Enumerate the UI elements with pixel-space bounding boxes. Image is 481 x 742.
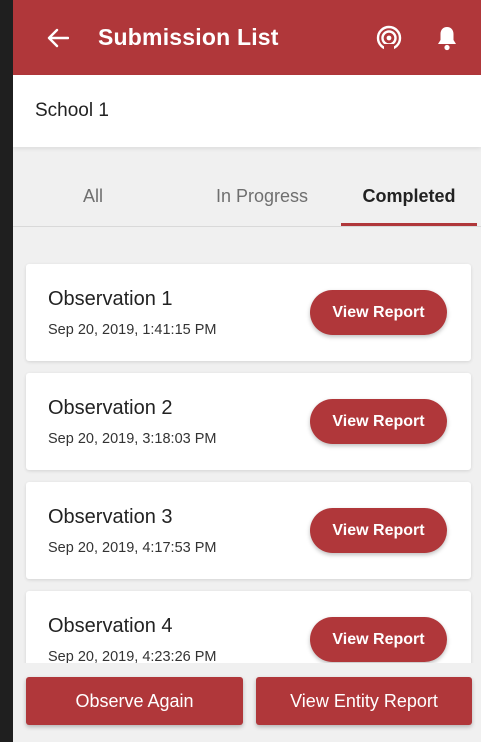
tab-all[interactable]: All: [38, 168, 148, 224]
submission-date: Sep 20, 2019, 3:18:03 PM: [48, 431, 217, 447]
submission-title: Observation 4: [48, 615, 173, 637]
app-bar: Submission List: [13, 0, 481, 75]
notifications-button[interactable]: [427, 18, 467, 58]
entity-name: School 1: [35, 100, 109, 121]
submission-list[interactable]: Observation 1 Sep 20, 2019, 1:41:15 PM V…: [13, 226, 481, 663]
view-report-button[interactable]: View Report: [310, 617, 447, 662]
back-arrow-icon: [47, 28, 69, 47]
submission-card: Observation 3 Sep 20, 2019, 4:17:53 PM V…: [26, 482, 471, 579]
submission-date: Sep 20, 2019, 4:23:26 PM: [48, 649, 217, 663]
view-report-button[interactable]: View Report: [310, 399, 447, 444]
submission-card: Observation 4 Sep 20, 2019, 4:23:26 PM V…: [26, 591, 471, 663]
status-tabs: All In Progress Completed: [13, 168, 481, 227]
tab-completed[interactable]: Completed: [341, 168, 477, 226]
submission-card: Observation 2 Sep 20, 2019, 3:18:03 PM V…: [26, 373, 471, 470]
view-report-button[interactable]: View Report: [310, 290, 447, 335]
submission-title: Observation 3: [48, 506, 173, 528]
view-entity-report-button[interactable]: View Entity Report: [256, 677, 472, 725]
view-report-button[interactable]: View Report: [310, 508, 447, 553]
broadcast-icon: [376, 25, 402, 51]
submission-card: Observation 1 Sep 20, 2019, 1:41:15 PM V…: [26, 264, 471, 361]
app-screen: Submission List School 1 All In Progress…: [13, 0, 481, 742]
footer-actions: Observe Again View Entity Report: [13, 663, 481, 742]
submission-date: Sep 20, 2019, 1:41:15 PM: [48, 322, 217, 338]
broadcast-button[interactable]: [369, 18, 409, 58]
tab-in-progress[interactable]: In Progress: [188, 168, 336, 224]
submission-title: Observation 1: [48, 288, 173, 310]
observe-again-button[interactable]: Observe Again: [26, 677, 243, 725]
submission-date: Sep 20, 2019, 4:17:53 PM: [48, 540, 217, 556]
bell-icon: [438, 27, 456, 51]
submission-title: Observation 2: [48, 397, 173, 419]
entity-header: School 1: [13, 75, 481, 147]
page-title: Submission List: [98, 24, 279, 50]
back-button[interactable]: [38, 18, 78, 58]
